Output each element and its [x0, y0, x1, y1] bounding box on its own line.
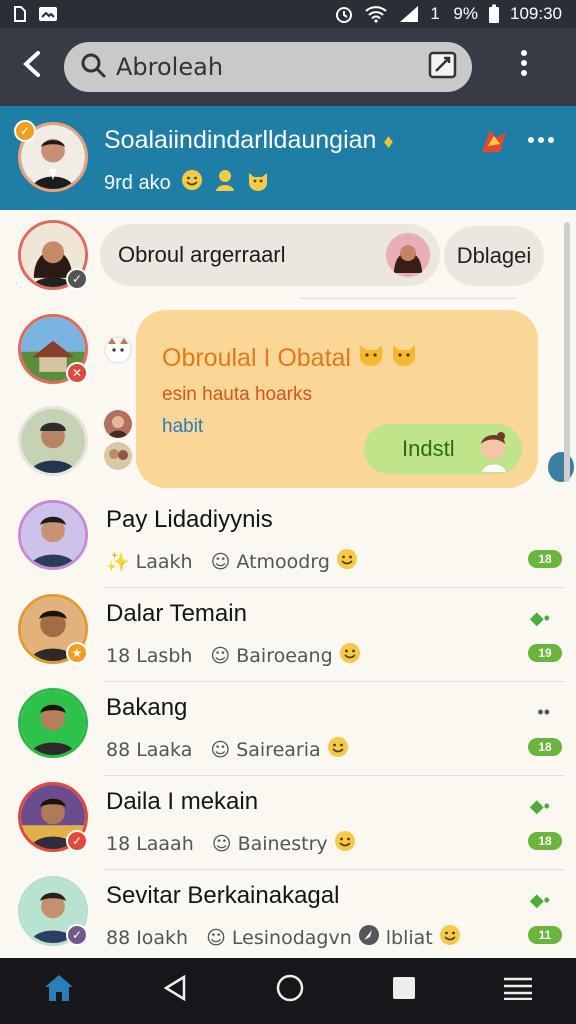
alarm-icon [334, 4, 354, 24]
typing-icon: •• [537, 702, 550, 722]
notification-icon [12, 5, 28, 23]
more-horiz-icon[interactable] [527, 132, 555, 150]
chat-row[interactable]: ✓ Sevitar Berkainakagal 88 Ioakh ☺ Lesin… [0, 870, 576, 964]
back-arrow-icon [21, 48, 43, 87]
chat-name: Pay Lidadiyynis [106, 506, 273, 533]
chat-row[interactable]: Bakang 88 Laaka ☺ Sairearia •• 18 [0, 682, 576, 776]
chat-preview: 18 Lasbh ☺ Bairoeang [106, 642, 361, 669]
group-title: Soalaiindindarlldaungian ♦ [104, 126, 394, 154]
face-icon: ☺ [210, 550, 231, 573]
smile-emoji-icon [181, 169, 203, 197]
avatar [18, 500, 88, 570]
reply-text: Indstl [402, 436, 455, 461]
avatar[interactable] [18, 406, 88, 476]
search-field[interactable]: Abroleah [64, 42, 472, 92]
pin-badge-icon: ✕ [66, 362, 88, 384]
chat-row[interactable]: ★ Dalar Temain 18 Lasbh ☺ Bairoeang ◆• 1… [0, 588, 576, 682]
message-link[interactable]: habit [162, 416, 203, 438]
star-badge-icon: ★ [66, 642, 88, 664]
message-title: Obroulal I Obatal [162, 342, 417, 373]
menu-nav-icon[interactable] [503, 975, 533, 1007]
signal-icon [398, 5, 420, 23]
scrollbar[interactable] [564, 222, 570, 482]
message-bubble[interactable]: Dblagei [444, 226, 544, 286]
status-badge-icon: ✓ [66, 268, 88, 290]
pin-icon: ◆• [529, 796, 550, 816]
message-text: Obroul argerraarl [118, 242, 286, 267]
person-emoji-icon [213, 168, 237, 198]
battery-icon [488, 4, 500, 24]
search-icon [80, 52, 106, 83]
cap-icon: ☺ [211, 832, 232, 855]
chat-preview: 18 Laaah ☺ Bainestry [106, 830, 356, 857]
chat-name: Dalar Temain [106, 600, 247, 627]
unread-badge: 18 [528, 832, 562, 850]
cap-icon: ☺ [210, 644, 231, 667]
smile-emoji-icon [327, 736, 349, 763]
pin-icon: ♦ [383, 131, 394, 153]
back-nav-icon[interactable] [162, 974, 188, 1009]
sparkle-emoji-icon: ✨ [106, 551, 130, 573]
clock: 109:30 [510, 4, 562, 23]
compass-icon [358, 924, 380, 951]
chat-preview: 88 Laaka ☺ Sairearia [106, 736, 349, 763]
cap-icon: ☺ [210, 738, 231, 761]
unread-badge: 19 [528, 644, 562, 662]
avatar [104, 410, 132, 438]
group-subtitle: 9rd ako [104, 168, 269, 198]
battery-percent: 19% [430, 4, 478, 23]
status-badge-icon: ✓ [66, 830, 88, 852]
home-icon[interactable] [43, 973, 75, 1010]
pin-icon: ◆• [529, 608, 550, 628]
chat-preview: 88 Ioakh ☺ Lesinodagvn lbliat [106, 924, 461, 951]
group-header[interactable]: ✓ Soalaiindindarlldaungian ♦ 9rd ako [0, 106, 576, 210]
cat-emoji-icon [391, 344, 417, 372]
bottom-navigation [0, 958, 576, 1024]
reply-bubble[interactable]: Indstl [364, 424, 522, 474]
chat-name: Sevitar Berkainakagal [106, 882, 340, 909]
search-query: Abroleah [116, 53, 224, 81]
cat-emoji-icon [247, 169, 269, 197]
more-vert-icon [519, 49, 529, 85]
unread-badge: 11 [528, 926, 562, 944]
chat-row[interactable]: Pay Lidadiyynis ✨ Laakh ☺ Atmoodrg 18 [0, 494, 576, 588]
verified-badge-icon: ✓ [14, 120, 36, 142]
pin-icon: ◆• [529, 890, 550, 910]
smile-emoji-icon [439, 924, 461, 951]
unread-badge: 18 [528, 550, 562, 568]
cat-emoji-icon [358, 344, 391, 372]
avatar [386, 233, 430, 277]
home-nav-icon[interactable] [275, 973, 305, 1010]
globe-icon[interactable] [548, 452, 574, 482]
smile-emoji-icon [336, 548, 358, 575]
image-notification-icon [38, 6, 58, 22]
avatar [18, 688, 88, 758]
avatar [104, 442, 132, 470]
chat-name: Bakang [106, 694, 188, 721]
smile-emoji-icon [334, 830, 356, 857]
chat-preview: ✨ Laakh ☺ Atmoodrg [106, 548, 358, 575]
dog-emoji-icon [102, 334, 134, 369]
chat-row[interactable]: ✓ Daila I mekain 18 Laaah ☺ Bainestry ◆•… [0, 776, 576, 870]
app-bar: Abroleah [0, 28, 576, 106]
status-badge-icon: ✓ [66, 924, 88, 946]
smile-emoji-icon [339, 642, 361, 669]
more-vert-button[interactable] [472, 49, 576, 85]
status-bar: 19% 109:30 [0, 0, 576, 28]
chat-name: Daila I mekain [106, 788, 259, 815]
face-icon: ☺ [206, 926, 226, 949]
flag-icon[interactable] [480, 128, 508, 159]
wifi-icon [364, 5, 388, 23]
girl-sticker-icon [470, 426, 516, 478]
message-line: esin hauta hoarks [162, 384, 312, 405]
unread-badge: 18 [528, 738, 562, 756]
message-bubble[interactable]: Obroul argerraarl [100, 224, 440, 286]
recents-nav-icon[interactable] [392, 975, 416, 1007]
back-button[interactable] [0, 28, 64, 106]
divider [300, 298, 516, 299]
edit-icon[interactable] [428, 50, 458, 85]
